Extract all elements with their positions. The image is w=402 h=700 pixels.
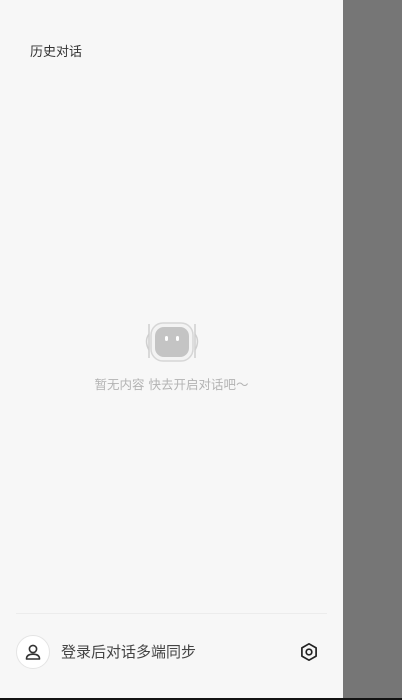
history-drawer: 历史对话 暂无内容 快去开启对话吧～ 登录后对话多端同步	[0, 0, 343, 698]
divider	[16, 613, 327, 614]
login-button[interactable]: 登录后对话多端同步	[16, 635, 196, 669]
empty-state-text: 暂无内容 快去开启对话吧～	[94, 377, 249, 392]
settings-icon	[301, 642, 317, 662]
drawer-title: 历史对话	[30, 45, 83, 60]
empty-state: 暂无内容 快去开启对话吧～	[0, 318, 343, 394]
user-icon	[25, 644, 41, 660]
robot-icon	[145, 322, 198, 362]
avatar[interactable]	[16, 635, 50, 669]
settings-button[interactable]	[298, 641, 320, 663]
login-sync-label[interactable]: 登录后对话多端同步	[61, 642, 196, 662]
